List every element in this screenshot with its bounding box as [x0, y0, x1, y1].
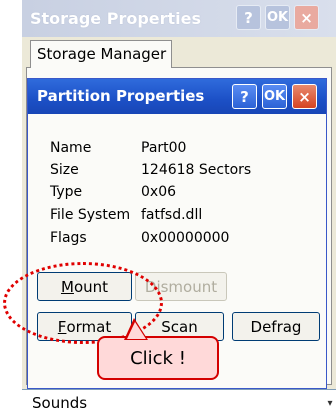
- prop-value-file-system: fatfsd.dll: [141, 207, 203, 223]
- prop-value-size: 124618 Sectors: [141, 162, 252, 178]
- prop-label-flags: Flags: [50, 230, 87, 246]
- callout-pointer-fill: [127, 322, 146, 339]
- prop-label-name: Name: [50, 140, 92, 156]
- outer-ok-button[interactable]: OK: [265, 5, 290, 30]
- click-callout: Click !: [97, 336, 219, 380]
- dialog-ok-button[interactable]: OK: [262, 84, 287, 109]
- prop-value-name: Part00: [141, 140, 187, 156]
- prop-value-flags: 0x00000000: [141, 230, 230, 246]
- defrag-button[interactable]: Defrag: [232, 312, 320, 341]
- chevron-down-icon[interactable]: ▾: [324, 396, 336, 410]
- help-icon: ?: [240, 87, 249, 106]
- outer-title-bar: Storage Properties ? OK ×: [22, 0, 336, 37]
- tab-storage-manager[interactable]: Storage Manager: [30, 40, 172, 68]
- combo-value: Sounds: [32, 394, 88, 412]
- prop-label-type: Type: [50, 184, 83, 200]
- outer-help-button[interactable]: ?: [236, 5, 261, 30]
- close-icon: ×: [300, 8, 313, 27]
- dialog-title: Partition Properties: [37, 87, 205, 105]
- outer-close-button[interactable]: ×: [294, 5, 319, 30]
- dialog-help-button[interactable]: ?: [232, 84, 257, 109]
- prop-value-type: 0x06: [141, 184, 177, 200]
- help-icon: ?: [244, 8, 253, 27]
- prop-label-file-system: File System: [50, 207, 131, 223]
- outer-window-title: Storage Properties: [30, 9, 202, 28]
- close-icon: ×: [298, 87, 311, 106]
- prop-label-size: Size: [50, 162, 79, 178]
- dialog-close-button[interactable]: ×: [292, 84, 317, 109]
